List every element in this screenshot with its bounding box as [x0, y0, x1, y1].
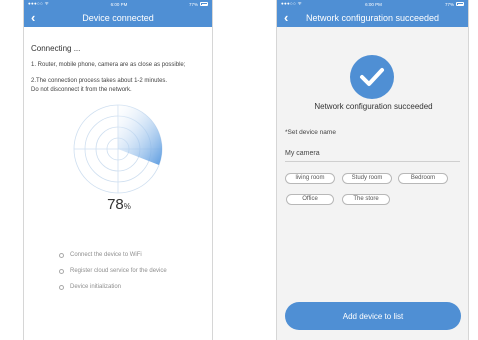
- device-connected-screen: ●●●○○ ᯤ 6:00 PM 77% ‹ Device connected C…: [23, 0, 213, 340]
- name-chip-bedroom[interactable]: Bedroom: [398, 173, 448, 184]
- battery-percent: 77%: [444, 1, 454, 7]
- name-chip-living-room[interactable]: living room: [285, 173, 335, 184]
- connecting-text: Connecting ...: [31, 44, 81, 53]
- step-list: Connect the device to WiFi Register clou…: [59, 247, 167, 295]
- config-succeeded-screen: ●●●○○ ᯤ 6:00 PM 77% ‹ Network configurat…: [276, 0, 469, 340]
- battery-icon: [456, 2, 464, 6]
- status-time: 6:00 PM: [365, 1, 382, 7]
- circle-outline-icon: [59, 268, 64, 274]
- circle-outline-icon: [59, 284, 64, 290]
- back-icon[interactable]: ‹: [31, 11, 35, 24]
- progress-unit: %: [123, 202, 131, 211]
- add-device-button[interactable]: Add device to list: [285, 302, 461, 330]
- name-chip-office[interactable]: Office: [286, 194, 334, 205]
- device-name-label: *Set device name: [285, 129, 336, 136]
- name-chip-study-room[interactable]: Study room: [342, 173, 392, 184]
- name-chip-the-store[interactable]: The store: [342, 194, 390, 205]
- back-icon[interactable]: ‹: [284, 11, 288, 24]
- status-bar: ●●●○○ ᯤ 6:00 PM 77%: [24, 0, 212, 8]
- device-name-input[interactable]: My camera: [285, 150, 320, 157]
- status-time: 6:00 PM: [110, 1, 128, 7]
- status-bar: ●●●○○ ᯤ 6:00 PM 77%: [277, 0, 468, 8]
- battery-percent: 77%: [188, 1, 198, 7]
- success-message: Network configuration succeeded: [314, 102, 433, 111]
- instruction-text: 1. Router, mobile phone, camera are as c…: [31, 62, 186, 68]
- nav-bar: ‹ Device connected: [24, 8, 212, 27]
- battery-indicator: 77%: [189, 2, 208, 7]
- instruction-text: 2.The connection process takes about 1-2…: [31, 78, 168, 84]
- checkmark-icon: [350, 55, 394, 99]
- list-item: Register cloud service for the device: [59, 263, 167, 279]
- battery-icon: [200, 2, 208, 6]
- list-item: Device initialization: [59, 279, 167, 295]
- signal-icon: ●●●○○ ᯤ: [28, 1, 50, 6]
- instruction-text: Do not disconnect it from the network.: [31, 87, 132, 93]
- step-label: Device initialization: [70, 284, 122, 290]
- progress-readout: 78%: [24, 196, 212, 214]
- circle-outline-icon: [59, 252, 64, 258]
- progress-value: 78: [107, 196, 124, 213]
- radar-icon: [73, 104, 163, 194]
- nav-bar: ‹ Network configuration succeeded: [277, 8, 468, 27]
- step-label: Register cloud service for the device: [70, 268, 167, 274]
- input-underline: [285, 161, 460, 162]
- signal-icon: ●●●○○ ᯤ: [281, 1, 303, 6]
- page-title: Device connected: [82, 12, 154, 23]
- page-title: Network configuration succeeded: [305, 12, 440, 23]
- list-item: Connect the device to WiFi: [59, 247, 167, 263]
- battery-indicator: 77%: [445, 2, 464, 7]
- step-label: Connect the device to WiFi: [70, 252, 142, 258]
